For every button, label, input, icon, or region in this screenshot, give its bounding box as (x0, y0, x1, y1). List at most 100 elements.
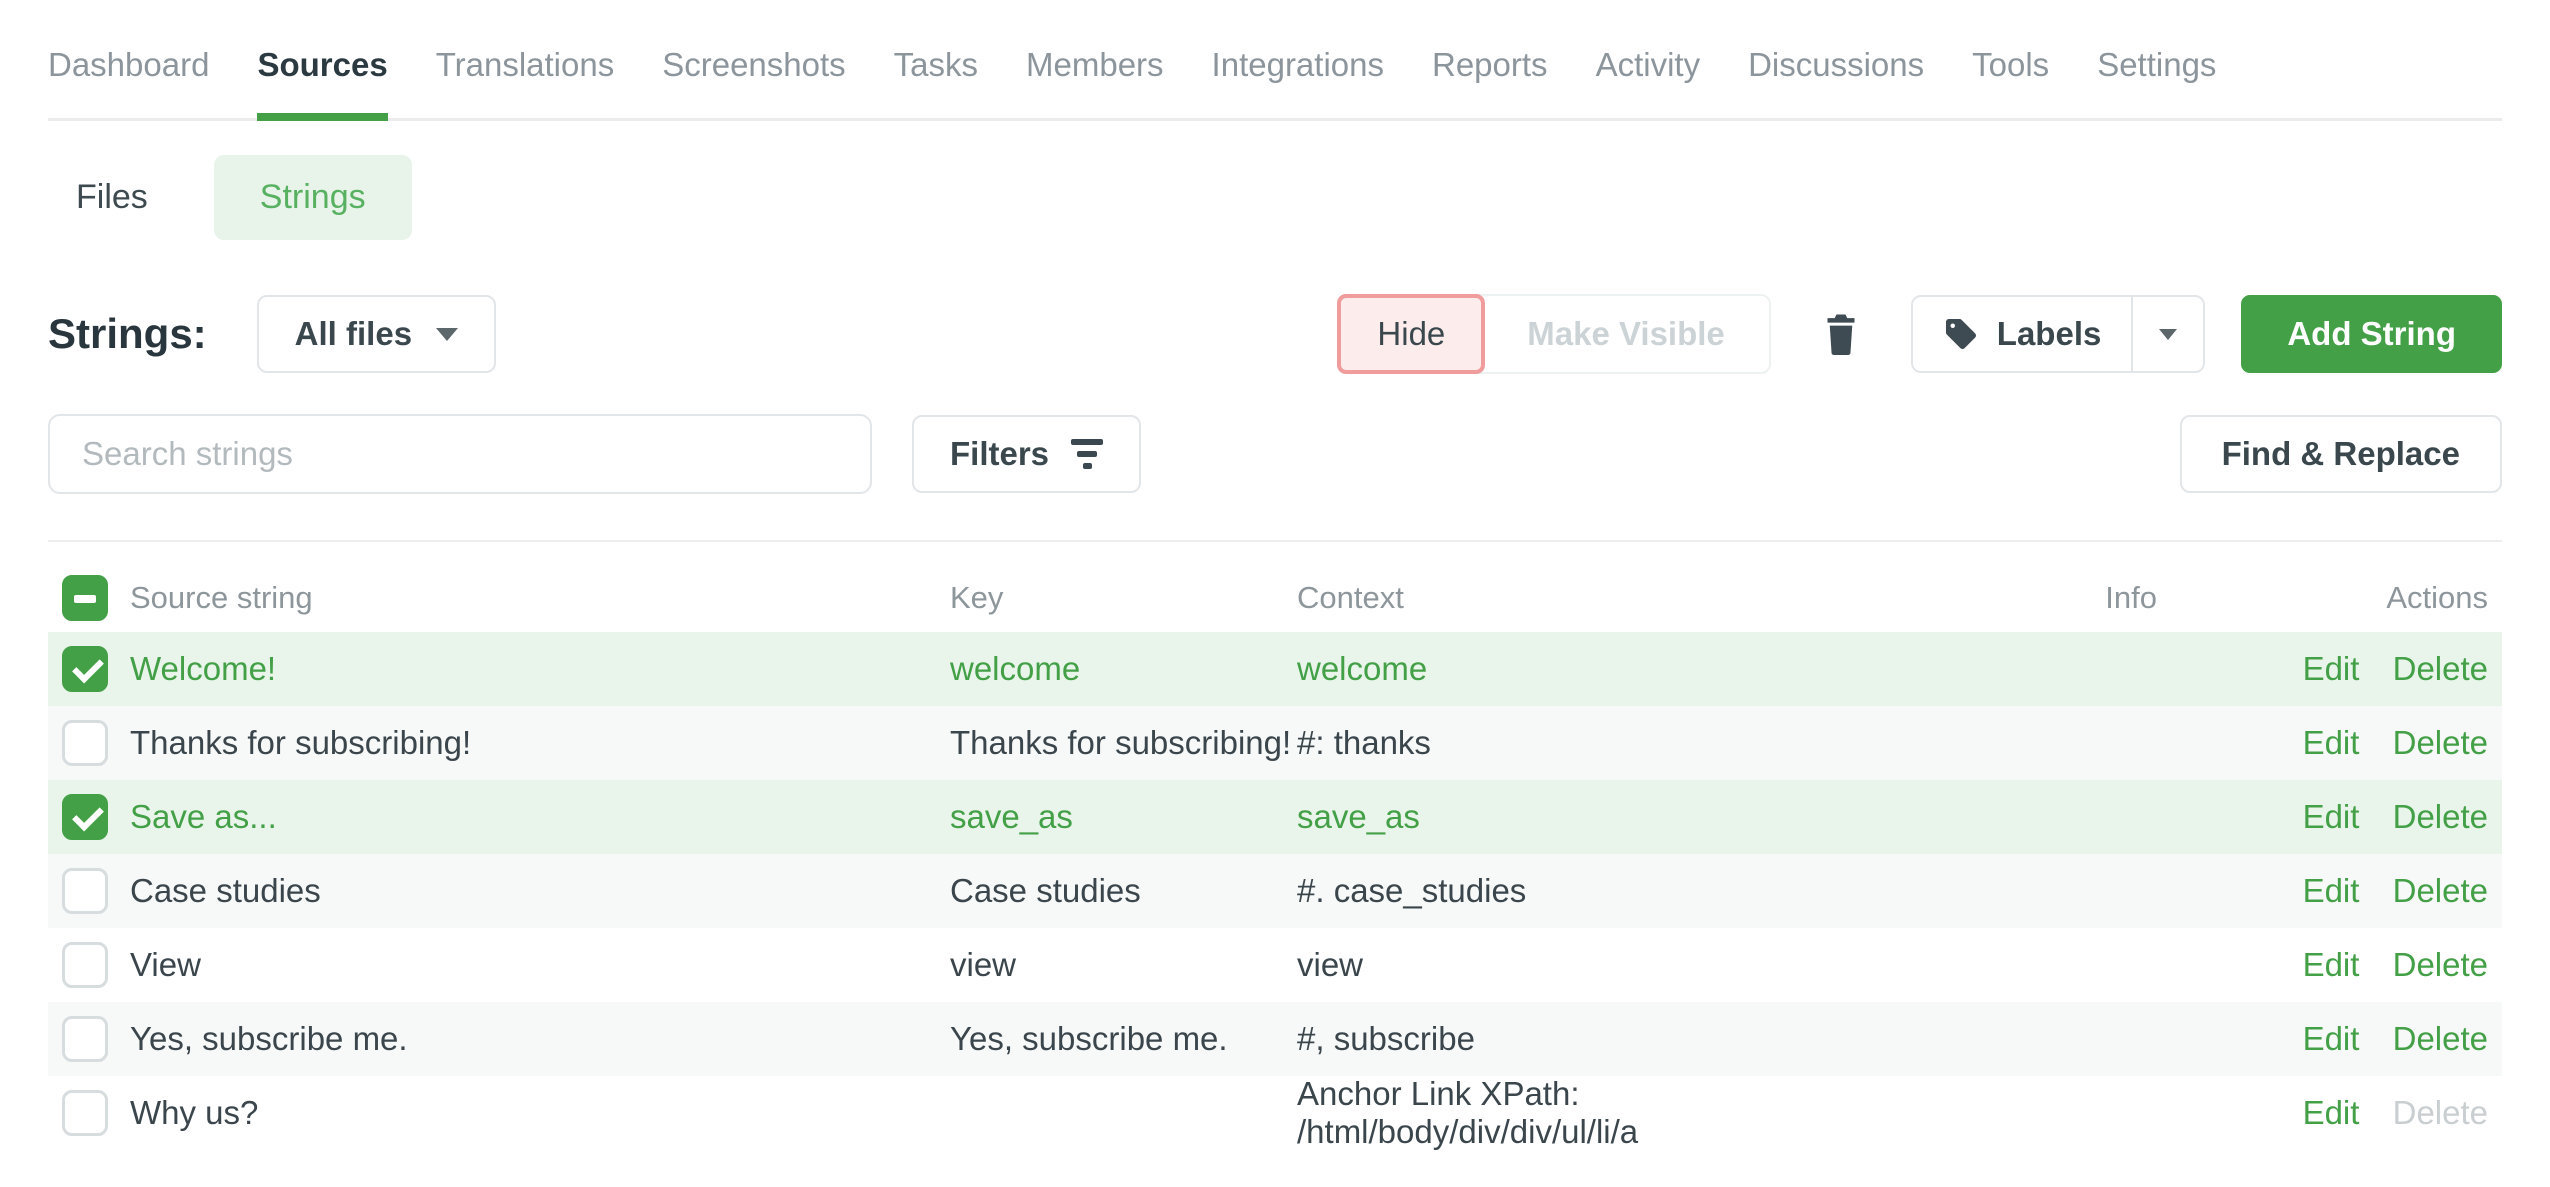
page-title: Strings: (48, 310, 207, 358)
nav-tab-label: Sources (257, 46, 387, 83)
nav-tab-label: Tools (1972, 46, 2049, 83)
table-body: Welcome! welcome welcome Edit Delete Tha… (48, 632, 2502, 1150)
nav-tab-label: Integrations (1212, 46, 1384, 83)
column-header-info: Info (1857, 580, 2157, 616)
row-checkbox[interactable] (62, 1090, 108, 1136)
chevron-down-icon (436, 328, 458, 341)
delete-link[interactable]: Delete (2393, 724, 2488, 761)
nav-tab-label: Tasks (894, 46, 978, 83)
project-nav: Dashboard Sources Translations Screensho… (48, 0, 2502, 121)
visibility-button-group: Hide Make Visible (1337, 294, 1770, 374)
labels-button[interactable]: Labels (1913, 297, 2132, 371)
edit-link[interactable]: Edit (2303, 650, 2360, 687)
nav-tab[interactable]: Reports (1432, 46, 1548, 118)
edit-link[interactable]: Edit (2303, 1020, 2360, 1057)
nav-tab[interactable]: Integrations (1212, 46, 1384, 118)
row-checkbox[interactable] (62, 646, 108, 692)
nav-tab[interactable]: Tasks (894, 46, 978, 118)
key-cell: Yes, subscribe me. (950, 1020, 1297, 1058)
row-checkbox[interactable] (62, 1016, 108, 1062)
add-string-button[interactable]: Add String (2241, 295, 2502, 373)
nav-tab-label: Translations (436, 46, 615, 83)
nav-tab-label: Discussions (1748, 46, 1924, 83)
nav-tab-label: Activity (1596, 46, 1701, 83)
source-string-cell: Welcome! (130, 650, 950, 688)
context-cell: #, subscribe (1297, 1020, 1857, 1058)
context-cell: #. case_studies (1297, 872, 1857, 910)
edit-link[interactable]: Edit (2303, 1094, 2360, 1131)
source-string-cell: Save as... (130, 798, 950, 836)
labels-dropdown-button[interactable] (2131, 297, 2203, 371)
row-checkbox[interactable] (62, 942, 108, 988)
delete-link[interactable]: Delete (2393, 650, 2488, 687)
tag-icon (1943, 316, 1979, 352)
nav-tab[interactable]: Activity (1596, 46, 1701, 118)
context-cell: Anchor Link XPath: /html/body/div/div/ul… (1297, 1075, 1857, 1151)
delete-strings-button[interactable] (1823, 313, 1859, 355)
nav-tab[interactable]: Dashboard (48, 46, 209, 118)
nav-tab[interactable]: Tools (1972, 46, 2049, 118)
section-divider (48, 540, 2502, 542)
column-header-source: Source string (130, 580, 950, 616)
key-cell: view (950, 946, 1297, 984)
row-checkbox[interactable] (62, 868, 108, 914)
table-row: Why us? Anchor Link XPath: /html/body/di… (48, 1076, 2502, 1150)
nav-tab[interactable]: Members (1026, 46, 1164, 118)
table-row: Yes, subscribe me. Yes, subscribe me. #,… (48, 1002, 2502, 1076)
column-header-key: Key (950, 580, 1297, 616)
nav-tab-label: Members (1026, 46, 1164, 83)
file-filter-dropdown[interactable]: All files (257, 295, 496, 373)
table-row: Thanks for subscribing! Thanks for subsc… (48, 706, 2502, 780)
key-cell: Thanks for subscribing! (950, 724, 1297, 762)
context-cell: save_as (1297, 798, 1857, 836)
edit-link[interactable]: Edit (2303, 724, 2360, 761)
labels-button-label: Labels (1997, 315, 2102, 353)
nav-tab[interactable]: Settings (2097, 46, 2216, 118)
delete-link[interactable]: Delete (2393, 798, 2488, 835)
hide-button[interactable]: Hide (1337, 294, 1485, 374)
search-row: Filters Find & Replace (48, 414, 2502, 494)
edit-link[interactable]: Edit (2303, 872, 2360, 909)
table-row: Welcome! welcome welcome Edit Delete (48, 632, 2502, 706)
edit-link[interactable]: Edit (2303, 946, 2360, 983)
files-tab[interactable]: Files (76, 178, 148, 217)
delete-link[interactable]: Delete (2393, 1020, 2488, 1057)
column-header-context: Context (1297, 580, 1857, 616)
delete-link[interactable]: Delete (2393, 1094, 2488, 1131)
table-row: Case studies Case studies #. case_studie… (48, 854, 2502, 928)
filters-button[interactable]: Filters (912, 415, 1141, 493)
table-row: Save as... save_as save_as Edit Delete (48, 780, 2502, 854)
context-cell: welcome (1297, 650, 1857, 688)
search-strings-input[interactable] (48, 414, 872, 494)
nav-tab-label: Settings (2097, 46, 2216, 83)
delete-link[interactable]: Delete (2393, 946, 2488, 983)
chevron-down-icon (2159, 329, 2177, 340)
delete-link[interactable]: Delete (2393, 872, 2488, 909)
column-header-actions: Actions (2157, 580, 2502, 616)
select-all-checkbox[interactable] (62, 575, 108, 621)
nav-tab[interactable]: Sources (257, 46, 387, 118)
row-checkbox[interactable] (62, 794, 108, 840)
nav-tab-label: Reports (1432, 46, 1548, 83)
strings-tab[interactable]: Strings (214, 155, 412, 240)
key-cell: Case studies (950, 872, 1297, 910)
make-visible-button[interactable]: Make Visible (1483, 296, 1769, 372)
nav-tab[interactable]: Translations (436, 46, 615, 118)
file-filter-value: All files (295, 315, 412, 353)
trash-icon (1823, 313, 1859, 355)
row-checkbox[interactable] (62, 720, 108, 766)
nav-tab[interactable]: Screenshots (662, 46, 845, 118)
nav-tab-label: Screenshots (662, 46, 845, 83)
source-string-cell: Yes, subscribe me. (130, 1020, 950, 1058)
nav-tab[interactable]: Discussions (1748, 46, 1924, 118)
filter-icon (1071, 439, 1103, 469)
key-cell: welcome (950, 650, 1297, 688)
filters-button-label: Filters (950, 435, 1049, 473)
edit-link[interactable]: Edit (2303, 798, 2360, 835)
find-replace-button[interactable]: Find & Replace (2180, 415, 2502, 493)
source-string-cell: Thanks for subscribing! (130, 724, 950, 762)
source-type-switcher: Files Strings (48, 155, 2502, 240)
strings-table: Source string Key Context Info Actions W… (48, 564, 2502, 1150)
nav-tab-label: Dashboard (48, 46, 209, 83)
labels-button-group: Labels (1911, 295, 2206, 373)
